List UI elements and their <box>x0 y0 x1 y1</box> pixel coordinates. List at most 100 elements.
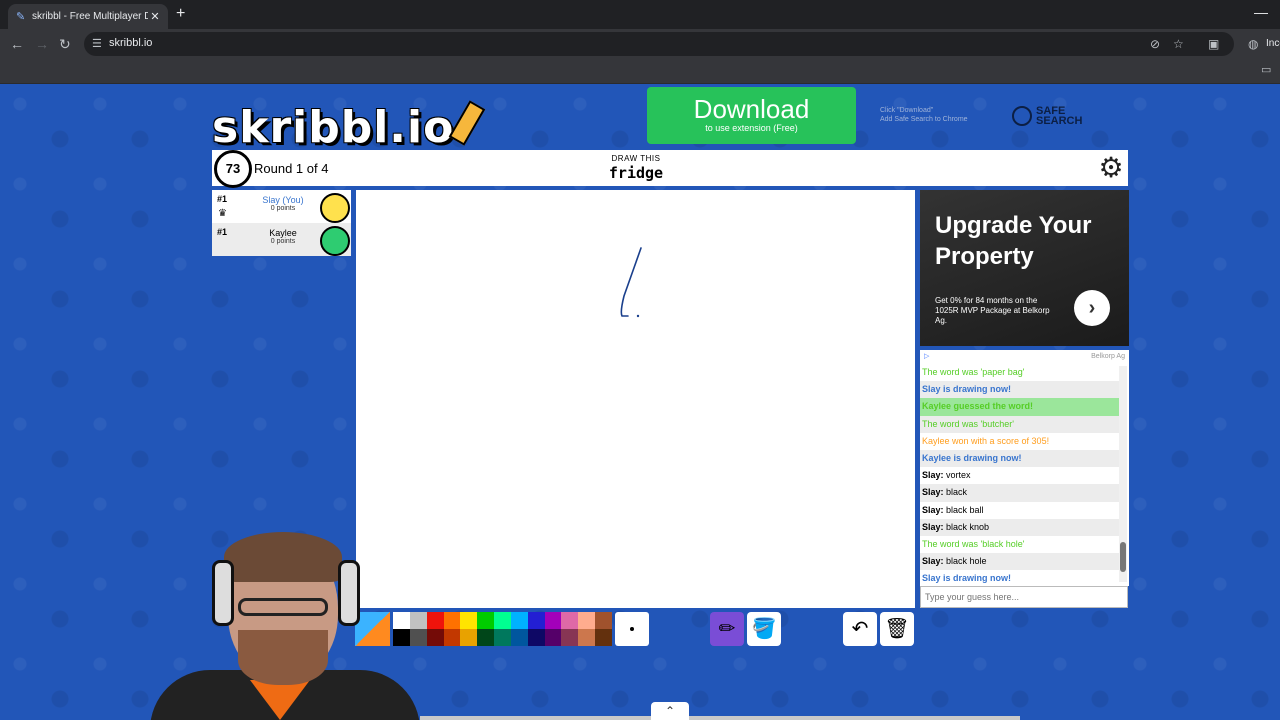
chat-text: Slay is drawing now! <box>922 384 1012 395</box>
player-row[interactable]: #1 Kaylee 0 points <box>212 223 351 256</box>
ad-headline-line-1: Upgrade Your <box>935 212 1092 239</box>
safe-search-line-2: SEARCH <box>1036 115 1083 127</box>
color-swatch[interactable] <box>527 629 545 646</box>
side-panel-icon[interactable]: ▣ <box>1208 37 1219 51</box>
ad-choices-icon[interactable]: ▷ <box>924 352 929 360</box>
color-swatch[interactable] <box>443 612 461 629</box>
color-swatch[interactable] <box>595 629 612 646</box>
color-swatch[interactable] <box>510 629 528 646</box>
settings-gear-icon[interactable]: ⚙ <box>1096 153 1126 183</box>
close-tab-icon[interactable]: ✕ <box>148 10 162 23</box>
guess-input[interactable] <box>920 586 1128 608</box>
chat-sender: Slay: <box>922 487 944 498</box>
eye-off-icon[interactable]: ⊘ <box>1150 37 1160 51</box>
chat-message: Slay: black hole <box>920 553 1119 571</box>
pencil-tool-icon[interactable]: ✏ <box>710 612 744 646</box>
webcam-hair <box>224 532 342 582</box>
game-header: 73 Round 1 of 4 DRAW THIS fridge ⚙ <box>212 150 1128 188</box>
url-text: skribbl.io <box>109 37 153 49</box>
address-bar-row: ← → ↻ ☰ skribbl.io ⊘ ☆ ▣ ◍ Inco <box>0 29 1280 59</box>
forward-icon[interactable]: → <box>35 36 49 52</box>
player-row[interactable]: #1 ♛ Slay (You) 0 points <box>212 190 351 223</box>
site-info-icon[interactable]: ☰ <box>92 37 102 50</box>
color-swatch[interactable] <box>595 612 612 629</box>
chat-scrollbar[interactable] <box>1119 366 1127 582</box>
chat-text: black ball <box>943 504 984 515</box>
folder-icon[interactable]: ▭ <box>1261 63 1271 76</box>
drawing-canvas[interactable] <box>356 190 915 608</box>
chat-message: Slay is drawing now! <box>920 381 1119 399</box>
color-swatch[interactable] <box>527 612 545 629</box>
skribbl-favicon-icon: ✎ <box>16 10 26 23</box>
reload-icon[interactable]: ↻ <box>59 36 71 52</box>
chat-text: black <box>943 487 968 498</box>
ad-next-arrow-icon[interactable]: › <box>1074 290 1110 326</box>
player-avatar <box>320 193 350 223</box>
bookmarks-bar: ▭ <box>0 59 1280 84</box>
bookmark-star-icon[interactable]: ☆ <box>1173 37 1184 51</box>
color-swatch[interactable] <box>477 629 495 646</box>
ad-body: Get 0% for 84 months on the 1025R MVP Pa… <box>935 296 1050 325</box>
minimize-button[interactable]: — <box>1254 4 1268 20</box>
chat-message: Slay: vortex <box>920 467 1119 484</box>
player-points: 0 points <box>270 238 296 245</box>
back-icon[interactable]: ← <box>10 36 24 52</box>
incognito-label: Inco <box>1266 38 1280 49</box>
trash-icon[interactable]: 🗑 <box>880 612 914 646</box>
download-extension-button[interactable]: Download to use extension (Free) <box>647 87 856 144</box>
color-swatch[interactable] <box>477 612 495 629</box>
chat-text: The word was 'butcher' <box>922 418 1014 429</box>
chat-sender: Slay: <box>922 521 944 532</box>
color-swatch[interactable] <box>578 629 596 646</box>
ad-headline-line-2: Property <box>935 243 1034 270</box>
brush-size-button[interactable] <box>615 612 649 646</box>
player-avatar <box>320 226 350 256</box>
fill-bucket-icon[interactable]: 🪣 <box>747 612 781 646</box>
color-palette <box>393 612 612 646</box>
undo-icon[interactable]: ↶ <box>843 612 877 646</box>
omnibox[interactable]: ☰ skribbl.io <box>84 32 1234 56</box>
drawing-stroke <box>620 247 642 317</box>
player-name: Slay (You) <box>262 195 304 205</box>
color-swatch[interactable] <box>494 612 511 629</box>
chat-message: The word was 'butcher' <box>920 415 1119 433</box>
bottom-bar <box>420 716 1020 720</box>
color-swatch[interactable] <box>561 612 579 629</box>
chat-message: Kaylee is drawing now! <box>920 449 1119 468</box>
scroll-up-chevron-icon[interactable]: ⌃ <box>651 702 689 720</box>
color-swatch[interactable] <box>510 612 528 629</box>
chat-sender: Slay: <box>922 556 944 567</box>
color-swatch[interactable] <box>561 629 579 646</box>
download-title: Download <box>693 94 810 124</box>
chat-message: The word was 'paper bag' <box>920 364 1119 381</box>
new-tab-button[interactable]: + <box>176 6 185 22</box>
webcam-overlay <box>140 530 420 720</box>
color-swatch[interactable] <box>544 612 562 629</box>
chat-message: Slay: black ball <box>920 502 1119 519</box>
chat-message: Slay: black <box>920 484 1119 502</box>
ad-footer: ▷ Belkorp Ag <box>920 350 1129 364</box>
color-swatch[interactable] <box>544 629 562 646</box>
advertisement[interactable]: Upgrade Your Property Get 0% for 84 mont… <box>920 190 1129 346</box>
chat-text: black hole <box>943 556 987 567</box>
safe-search-badge: SAFE SEARCH <box>1012 106 1083 127</box>
chat-scroll-thumb[interactable] <box>1120 542 1126 572</box>
color-swatch[interactable] <box>494 629 511 646</box>
color-swatch[interactable] <box>443 629 461 646</box>
color-swatch[interactable] <box>460 612 478 629</box>
chat-message: Kaylee guessed the word! <box>920 398 1119 416</box>
color-swatch[interactable] <box>426 629 444 646</box>
color-swatch[interactable] <box>460 629 478 646</box>
browser-tab[interactable]: ✎ skribbl - Free Multiplayer Draw ✕ <box>8 4 168 29</box>
download-hint: Click "Download" Add Safe Search to Chro… <box>880 106 968 124</box>
color-swatch[interactable] <box>578 612 596 629</box>
brush-size-dot <box>630 627 634 631</box>
webcam-beard <box>238 630 328 685</box>
chat-text: Kaylee guessed the word! <box>922 401 1034 412</box>
color-swatch[interactable] <box>426 612 444 629</box>
chat-sender: Slay: <box>922 470 944 481</box>
player-name: Kaylee <box>269 228 297 238</box>
download-subtitle: to use extension (Free) <box>705 123 798 133</box>
chat-log: The word was 'paper bag' Slay is drawing … <box>920 364 1129 586</box>
crown-icon: ♛ <box>218 208 227 219</box>
